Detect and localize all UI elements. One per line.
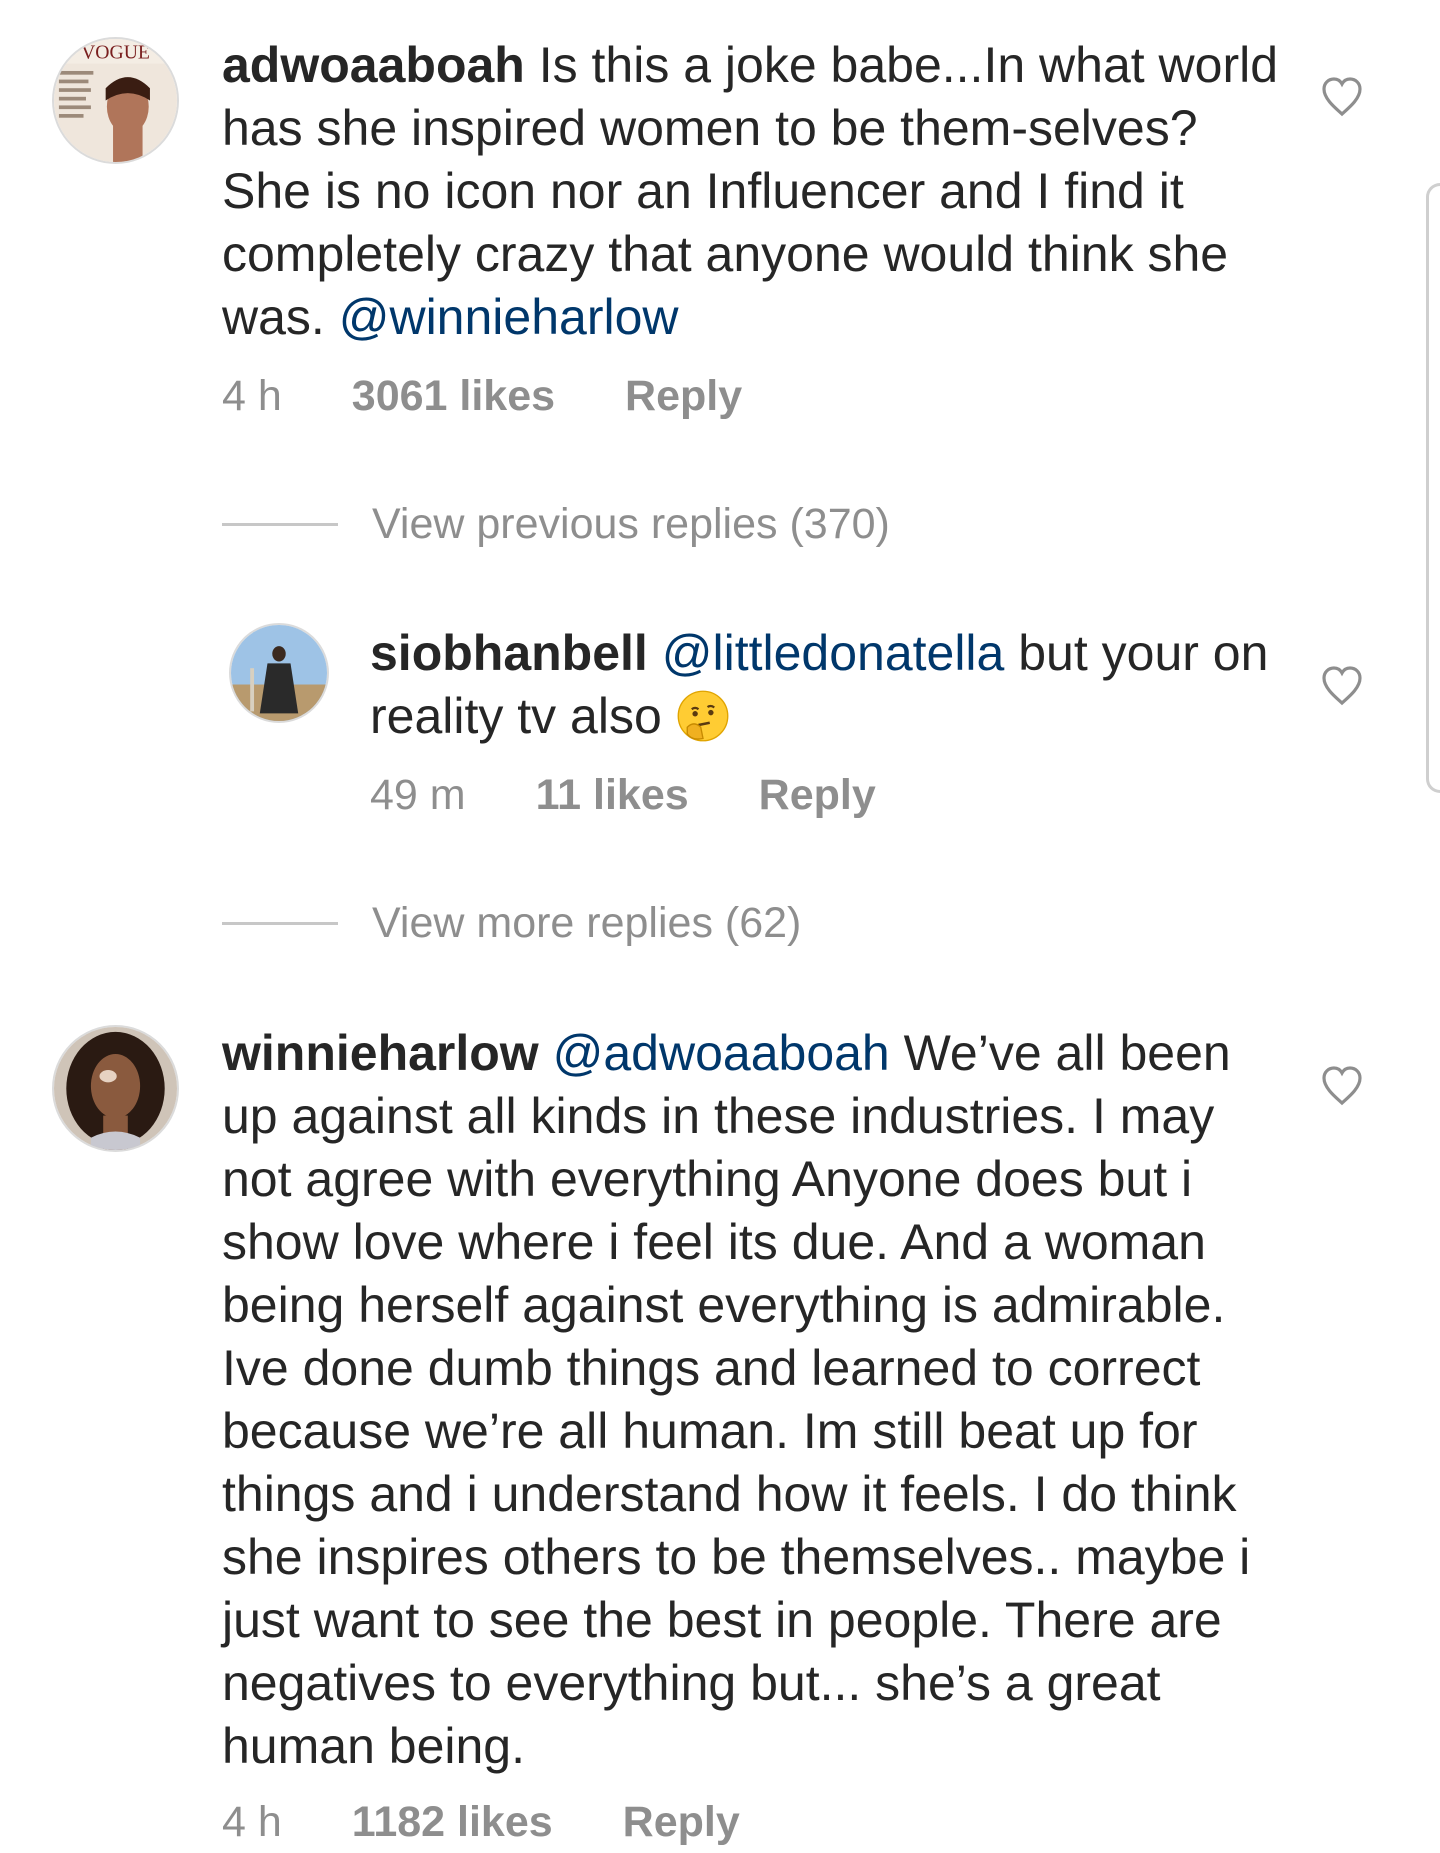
comment-likes[interactable]: 1182 likes	[352, 1798, 553, 1847]
comment-mention[interactable]: @winnieharlow	[339, 289, 679, 345]
comment-likes[interactable]: 11 likes	[536, 771, 689, 820]
reply-button[interactable]: Reply	[759, 771, 876, 820]
view-more-replies-label[interactable]: View more replies (62)	[372, 899, 801, 948]
avatar-adwoaaboah[interactable]: VOGUE	[52, 37, 179, 164]
comment-time: 49 m	[370, 771, 466, 819]
comment-text-rest: We’ve all been up against all kinds in t…	[222, 1025, 1251, 1774]
comment-time: 4 h	[222, 372, 282, 420]
comment-text	[648, 625, 662, 681]
like-heart-icon[interactable]	[1318, 1061, 1366, 1109]
comment-siobhanbell-text: siobhanbell @littledonatella but your on…	[370, 622, 1280, 748]
reply-button[interactable]: Reply	[625, 372, 742, 421]
vogue-cover-avatar-icon: VOGUE	[54, 39, 177, 162]
like-heart-icon[interactable]	[1318, 72, 1366, 120]
avatar-siobhanbell[interactable]	[229, 623, 329, 723]
reply-button[interactable]: Reply	[623, 1798, 740, 1847]
comment-mention[interactable]: @littledonatella	[662, 625, 1005, 681]
comment-username[interactable]: siobhanbell	[370, 625, 648, 681]
view-more-replies[interactable]: View more replies (62)	[222, 896, 801, 950]
comment-adwoaaboah-meta: 4 h 3061 likes Reply	[222, 372, 742, 421]
avatar-winnieharlow[interactable]	[52, 1025, 179, 1152]
replies-divider-line	[222, 522, 338, 526]
like-heart-icon[interactable]	[1318, 661, 1366, 709]
siobhanbell-avatar-icon	[231, 625, 327, 721]
thinking-face-emoji-icon	[677, 690, 729, 742]
winnieharlow-avatar-icon	[54, 1027, 177, 1150]
svg-text:VOGUE: VOGUE	[81, 42, 150, 64]
comment-likes[interactable]: 3061 likes	[352, 372, 555, 421]
view-previous-replies[interactable]: View previous replies (370)	[222, 497, 890, 551]
comment-text	[539, 1025, 553, 1081]
view-previous-replies-label[interactable]: View previous replies (370)	[372, 500, 890, 549]
comment-winnieharlow-text: winnieharlow @adwoaaboah We’ve all been …	[222, 1022, 1282, 1778]
comments-screen: VOGUE adwoaaboah Is this a joke babe...I…	[0, 0, 1440, 1853]
replies-divider-line	[222, 921, 338, 925]
comment-time: 4 h	[222, 1798, 282, 1846]
comment-adwoaaboah-text: adwoaaboah Is this a joke babe...In what…	[222, 34, 1282, 349]
comment-username[interactable]: winnieharlow	[222, 1025, 539, 1081]
comment-username[interactable]: adwoaaboah	[222, 37, 525, 93]
scrollbar[interactable]	[1426, 183, 1440, 793]
comment-siobhanbell-meta: 49 m 11 likes Reply	[370, 771, 876, 820]
comment-winnieharlow-meta: 4 h 1182 likes Reply	[222, 1798, 740, 1847]
comment-mention[interactable]: @adwoaaboah	[553, 1025, 890, 1081]
